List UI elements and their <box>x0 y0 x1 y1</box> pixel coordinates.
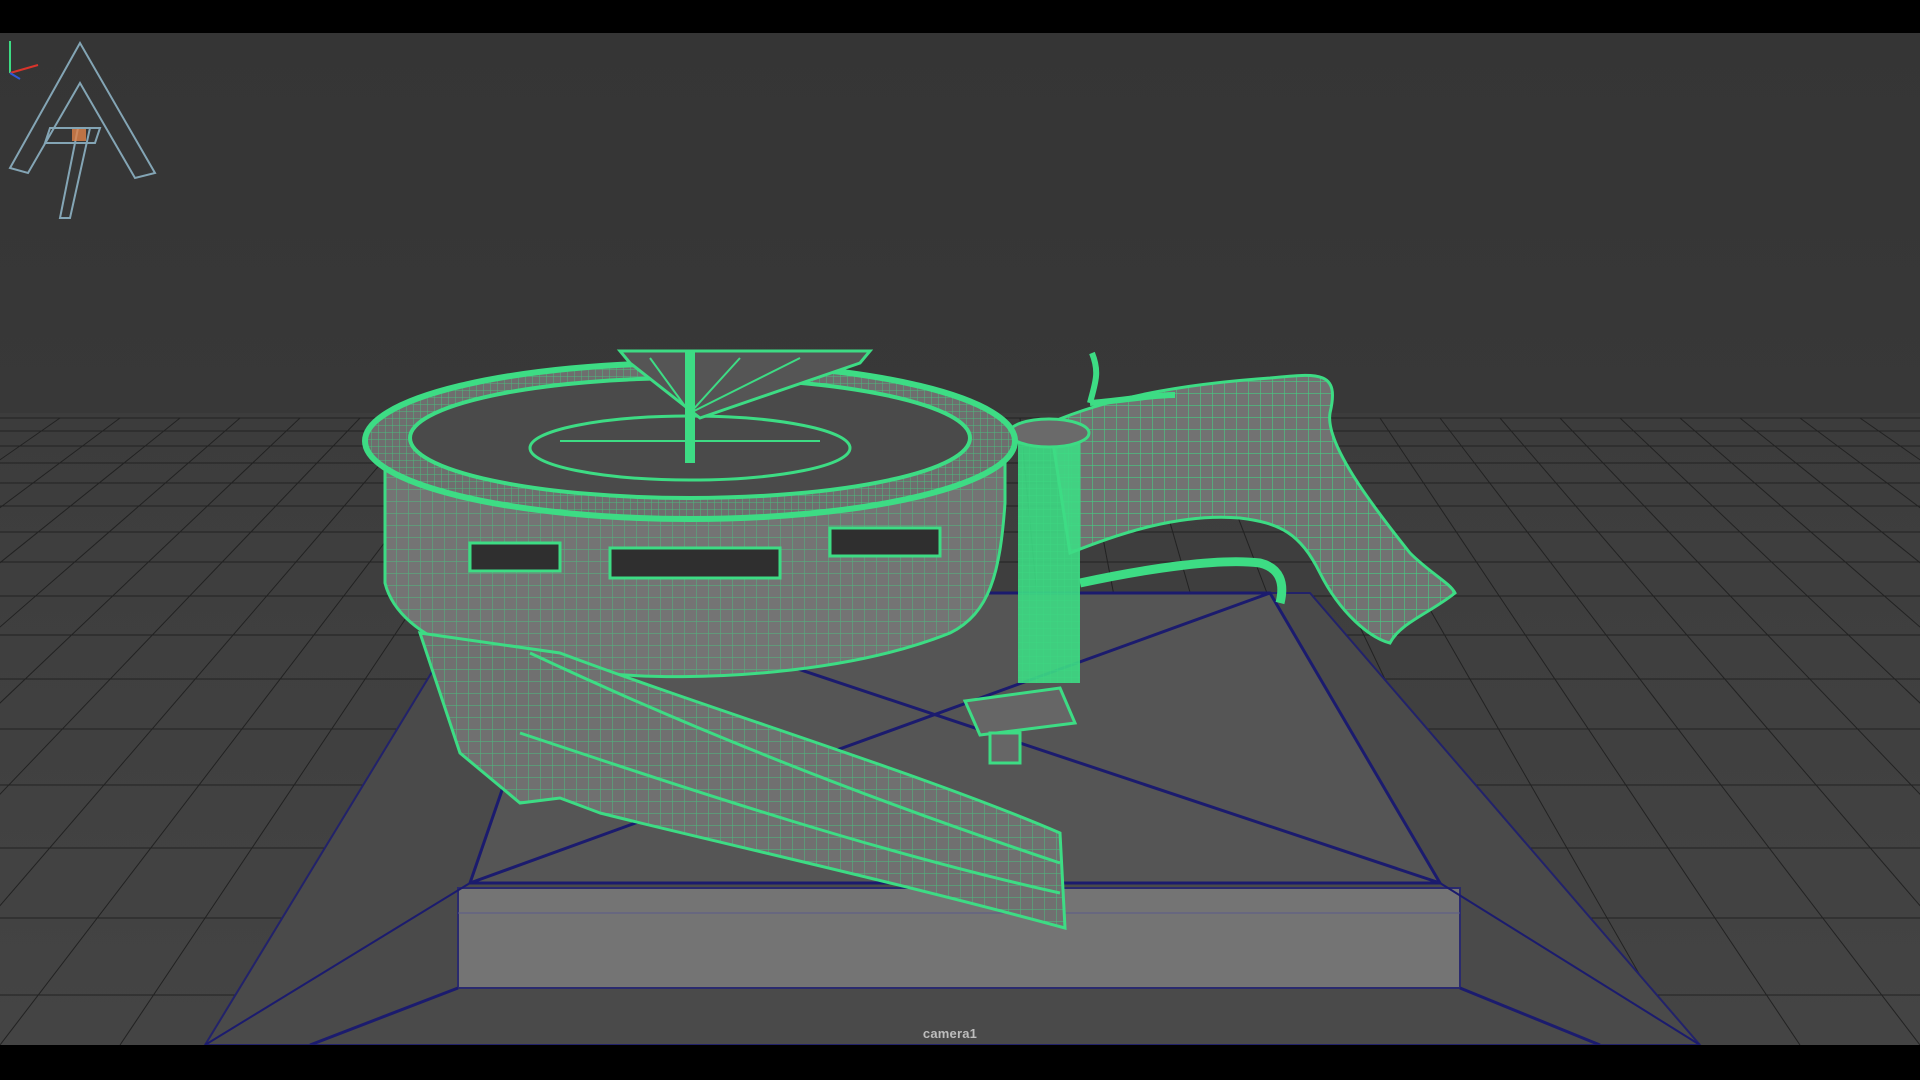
model-rotor-housing[interactable] <box>362 349 1018 679</box>
window-frame: camera1 <box>0 0 1920 1080</box>
viewport-scene <box>0 349 1920 1045</box>
camera-label: camera1 <box>922 1026 978 1041</box>
studio-logo-icon <box>8 40 157 219</box>
3d-viewport[interactable] <box>0 33 1920 1045</box>
